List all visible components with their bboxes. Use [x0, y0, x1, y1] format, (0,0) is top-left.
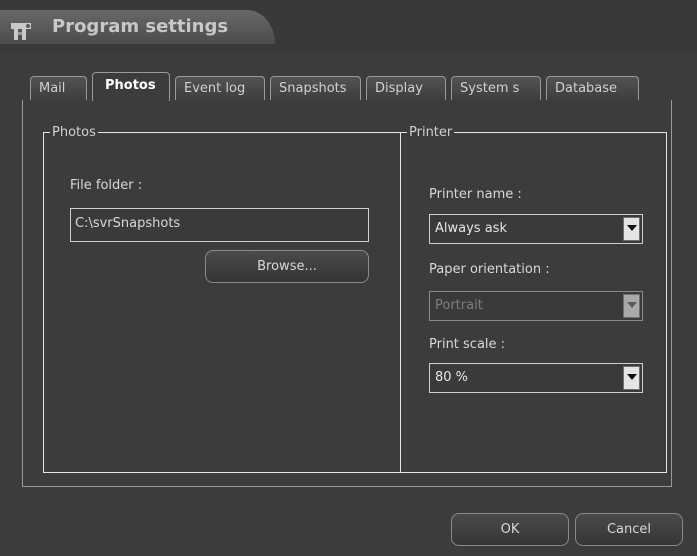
file-folder-input[interactable]: C:\svrSnapshots: [70, 208, 369, 242]
tab-snapshots[interactable]: Snapshots: [270, 76, 361, 100]
tab-photos[interactable]: Photos: [92, 72, 170, 101]
file-folder-label: File folder :: [70, 178, 143, 193]
paper-orientation-value: Portrait: [435, 298, 483, 313]
title-bar: Program settings: [0, 0, 697, 52]
print-scale-label: Print scale :: [429, 337, 506, 352]
ok-button[interactable]: OK: [451, 513, 569, 546]
tab-display[interactable]: Display: [366, 76, 446, 100]
printer-name-label: Printer name :: [429, 187, 522, 202]
photos-group-legend: Photos: [50, 125, 98, 140]
tab-mail[interactable]: Mail: [30, 76, 87, 100]
window-title: Program settings: [52, 16, 229, 37]
paper-orientation-label: Paper orientation :: [429, 262, 550, 277]
tab-database[interactable]: Database: [546, 76, 639, 100]
paper-orientation-select: Portrait: [429, 291, 643, 321]
camera-settings-icon: [11, 23, 31, 40]
cancel-button[interactable]: Cancel: [575, 513, 683, 546]
printer-name-select[interactable]: Always ask: [429, 214, 643, 244]
chevron-down-icon: [623, 294, 640, 318]
chevron-down-icon[interactable]: [623, 217, 640, 241]
chevron-down-icon[interactable]: [623, 366, 640, 390]
print-scale-select[interactable]: 80 %: [429, 363, 643, 393]
printer-name-value: Always ask: [435, 221, 507, 236]
print-scale-value: 80 %: [435, 370, 469, 385]
tab-event-log[interactable]: Event log: [175, 76, 265, 100]
printer-group-legend: Printer: [407, 125, 455, 140]
browse-button[interactable]: Browse...: [205, 250, 369, 283]
tab-system-settings[interactable]: System s: [451, 76, 541, 100]
